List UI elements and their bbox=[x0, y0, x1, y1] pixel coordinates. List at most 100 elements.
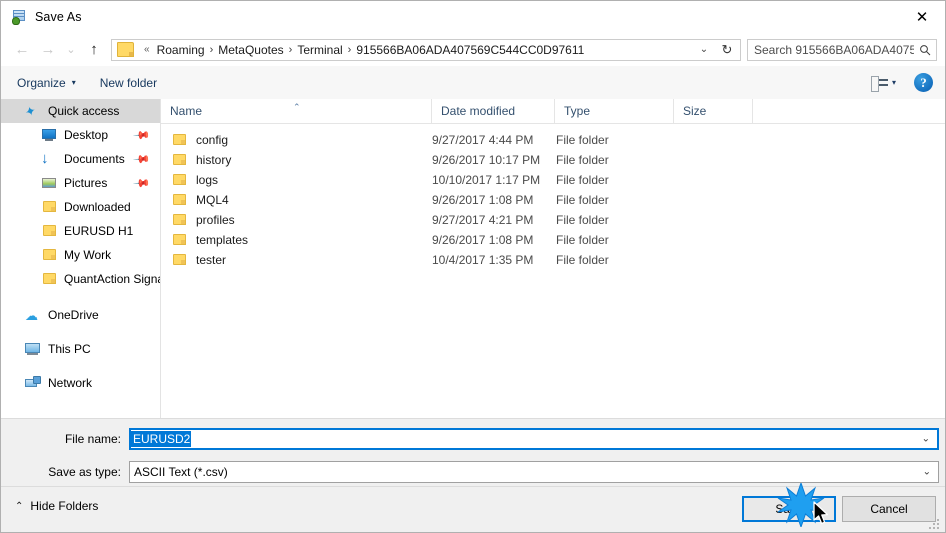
chevron-down-icon[interactable]: ⌄ bbox=[922, 434, 930, 445]
folder-icon bbox=[41, 223, 57, 239]
save-as-type-select[interactable]: ASCII Text (*.csv) ⌄ bbox=[129, 461, 939, 483]
title-bar: Save As ✕ bbox=[1, 1, 945, 33]
file-type: File folder bbox=[556, 253, 609, 267]
sidebar-item-label: My Work bbox=[64, 248, 112, 262]
pictures-icon bbox=[41, 175, 57, 191]
sidebar-item-documents[interactable]: ↓ Documents 📌 bbox=[1, 147, 160, 171]
cancel-button[interactable]: Cancel bbox=[842, 496, 936, 522]
table-row[interactable]: templates 9/26/2017 1:08 PM File folder bbox=[161, 230, 945, 250]
file-type: File folder bbox=[556, 153, 609, 167]
file-date: 9/26/2017 1:08 PM bbox=[432, 233, 534, 247]
save-button[interactable]: Save bbox=[742, 496, 836, 522]
folder-icon bbox=[41, 271, 57, 287]
navigation-bar: ← → ⌄ ↑ « Roaming › MetaQuotes › Termina… bbox=[1, 33, 945, 66]
sidebar-item-label: OneDrive bbox=[48, 308, 99, 322]
chevron-right-icon: › bbox=[288, 43, 293, 56]
new-folder-button[interactable]: New folder bbox=[92, 72, 165, 94]
folder-icon bbox=[172, 153, 188, 167]
folder-icon bbox=[172, 213, 188, 227]
table-row[interactable]: tester 10/4/2017 1:35 PM File folder bbox=[161, 250, 945, 270]
hide-folders-button[interactable]: ⌃ Hide Folders bbox=[15, 499, 98, 513]
save-as-icon bbox=[11, 9, 27, 25]
file-name: config bbox=[196, 133, 229, 147]
sidebar-item-label: Quick access bbox=[48, 104, 120, 118]
folder-icon bbox=[172, 193, 188, 207]
sidebar-item-label: QuantAction Signal bbox=[64, 272, 160, 286]
forward-button[interactable]: → bbox=[35, 37, 61, 63]
folder-icon bbox=[172, 253, 188, 267]
organize-button[interactable]: Organize ▾ bbox=[9, 72, 84, 94]
sidebar-item-quantaction-signal[interactable]: QuantAction Signal bbox=[1, 267, 160, 291]
sidebar-item-label: Documents bbox=[64, 152, 125, 166]
chevron-down-icon[interactable]: ⌄ bbox=[923, 467, 931, 478]
chevron-up-icon: ⌃ bbox=[15, 500, 24, 512]
sidebar-item-desktop[interactable]: Desktop 📌 bbox=[1, 123, 160, 147]
breadcrumb-item-metaquotes[interactable]: MetaQuotes bbox=[216, 43, 285, 57]
close-icon[interactable]: ✕ bbox=[899, 1, 945, 32]
sidebar-item-network[interactable]: Network bbox=[1, 371, 160, 395]
chevron-right-icon: › bbox=[209, 43, 214, 56]
column-header-size[interactable]: Size bbox=[673, 99, 753, 123]
file-date: 9/26/2017 1:08 PM bbox=[432, 193, 534, 207]
file-name: templates bbox=[196, 233, 249, 247]
address-bar[interactable]: « Roaming › MetaQuotes › Terminal › 9155… bbox=[111, 38, 741, 61]
file-type: File folder bbox=[556, 193, 609, 207]
pin-icon: 📌 bbox=[132, 174, 151, 193]
breadcrumb-item-guid[interactable]: 915566BA06ADA407569C544CC0D97611 bbox=[354, 43, 586, 57]
file-type: File folder bbox=[556, 213, 609, 227]
save-as-type-value: ASCII Text (*.csv) bbox=[134, 465, 228, 479]
sidebar-item-label: Downloaded bbox=[64, 200, 131, 214]
table-row[interactable]: MQL4 9/26/2017 1:08 PM File folder bbox=[161, 190, 945, 210]
sidebar-item-pictures[interactable]: Pictures 📌 bbox=[1, 171, 160, 195]
table-row[interactable]: profiles 9/27/2017 4:21 PM File folder bbox=[161, 210, 945, 230]
desktop-icon bbox=[41, 127, 57, 143]
resize-grip[interactable] bbox=[929, 517, 941, 529]
file-date: 9/27/2017 4:21 PM bbox=[432, 213, 534, 227]
pin-icon: 📌 bbox=[132, 126, 151, 145]
file-name: tester bbox=[196, 253, 227, 267]
file-name-input[interactable]: EURUSD2 ⌄ bbox=[129, 428, 939, 450]
view-layout-icon[interactable] bbox=[870, 75, 888, 92]
sort-ascending-icon: ⌃ bbox=[293, 102, 301, 112]
search-icon bbox=[920, 44, 931, 55]
navigation-pane: ✦ Quick access Desktop 📌 ↓ Documents 📌 P… bbox=[1, 99, 161, 419]
table-row[interactable]: logs 10/10/2017 1:17 PM File folder bbox=[161, 170, 945, 190]
sidebar-item-eurusd-h1[interactable]: EURUSD H1 bbox=[1, 219, 160, 243]
address-dropdown-icon[interactable]: ⌄ bbox=[694, 40, 714, 60]
help-icon[interactable]: ? bbox=[914, 73, 933, 92]
breadcrumb-item-roaming[interactable]: Roaming bbox=[155, 43, 207, 57]
command-bar: Organize ▾ New folder ▾ ? bbox=[1, 66, 945, 100]
sidebar-item-my-work[interactable]: My Work bbox=[1, 243, 160, 267]
cloud-icon: ☁ bbox=[25, 308, 38, 323]
table-row[interactable]: history 9/26/2017 10:17 PM File folder bbox=[161, 150, 945, 170]
sidebar-item-onedrive[interactable]: ☁ OneDrive bbox=[1, 303, 160, 327]
computer-icon bbox=[25, 341, 41, 357]
sidebar-item-this-pc[interactable]: This PC bbox=[1, 337, 160, 361]
chevron-down-icon[interactable]: ▾ bbox=[892, 78, 896, 87]
sidebar-item-quick-access[interactable]: ✦ Quick access bbox=[1, 99, 160, 123]
sidebar-item-label: EURUSD H1 bbox=[64, 224, 134, 238]
sidebar-item-label: Desktop bbox=[64, 128, 109, 142]
column-header-label: Name bbox=[170, 104, 203, 118]
up-button[interactable]: ↑ bbox=[81, 37, 107, 63]
file-type: File folder bbox=[556, 233, 609, 247]
sidebar-item-downloaded[interactable]: Downloaded bbox=[1, 195, 160, 219]
breadcrumb-item-terminal[interactable]: Terminal bbox=[295, 43, 344, 57]
refresh-icon[interactable]: ↻ bbox=[716, 40, 738, 60]
file-list-pane: Name ⌃ Date modified Type Size config 9/… bbox=[161, 99, 945, 419]
search-input[interactable]: Search 915566BA06ADA40756... bbox=[748, 43, 914, 57]
file-date: 9/27/2017 4:44 PM bbox=[432, 133, 534, 147]
sidebar-item-label: Pictures bbox=[64, 176, 108, 190]
column-header-name[interactable]: Name ⌃ bbox=[161, 99, 431, 123]
file-name: MQL4 bbox=[196, 193, 229, 207]
sidebar-item-label: This PC bbox=[48, 342, 91, 356]
column-header-type[interactable]: Type bbox=[554, 99, 673, 123]
breadcrumb-overflow[interactable]: « bbox=[139, 44, 155, 55]
back-button[interactable]: ← bbox=[9, 37, 35, 63]
table-row[interactable]: config 9/27/2017 4:44 PM File folder bbox=[161, 130, 945, 150]
star-icon: ✦ bbox=[22, 102, 38, 121]
view-controls: ▾ ? bbox=[870, 73, 945, 92]
search-box[interactable]: Search 915566BA06ADA40756... bbox=[747, 38, 937, 61]
column-header-date-modified[interactable]: Date modified bbox=[431, 99, 554, 123]
recent-locations-icon[interactable]: ⌄ bbox=[61, 37, 81, 63]
